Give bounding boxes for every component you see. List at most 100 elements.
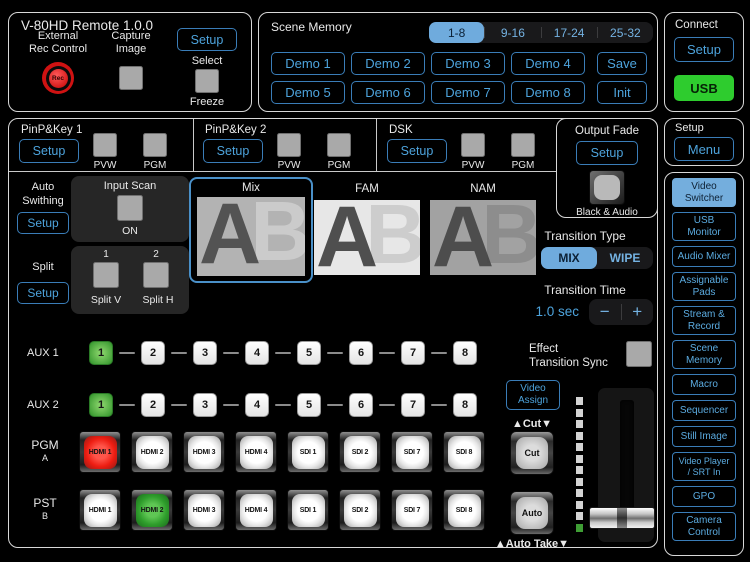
tab-25-32[interactable]: 25-32 <box>598 22 653 43</box>
freeze-select-button[interactable] <box>195 69 219 93</box>
dsk-pvw-button[interactable] <box>461 133 485 157</box>
dsk-pgm-button[interactable] <box>511 133 535 157</box>
fader-handle[interactable] <box>589 507 655 529</box>
split-setup-button[interactable]: Setup <box>17 282 69 304</box>
aux2-button-1[interactable]: 1 <box>89 393 113 417</box>
pgm-sdi1-button[interactable]: SDI 1 <box>287 431 329 473</box>
aux2-button-6[interactable]: 6 <box>349 393 373 417</box>
rec-button[interactable]: Rec <box>42 62 74 94</box>
pgm-hdmi2-button[interactable]: HDMI 2 <box>131 431 173 473</box>
scene-demo-1-button[interactable]: Demo 1 <box>271 52 345 75</box>
usb-connect-button[interactable]: USB <box>674 75 734 101</box>
scene-demo-6-button[interactable]: Demo 6 <box>351 81 425 104</box>
connect-setup-button[interactable]: Setup <box>674 37 734 62</box>
pst-hdmi1-button[interactable]: HDMI 1 <box>79 489 121 531</box>
pgm-sdi8-button[interactable]: SDI 8 <box>443 431 485 473</box>
sidebar-item-camera-control[interactable]: Camera Control <box>672 512 736 541</box>
tab-17-24[interactable]: 17-24 <box>542 22 597 43</box>
aux2-button-4[interactable]: 4 <box>245 393 269 417</box>
pst-hdmi4-button[interactable]: HDMI 4 <box>235 489 277 531</box>
pgm-hdmi3-button[interactable]: HDMI 3 <box>183 431 225 473</box>
aux-dash <box>327 351 343 355</box>
output-fade-button[interactable] <box>589 170 625 205</box>
scene-demo-4-button[interactable]: Demo 4 <box>511 52 585 75</box>
aux2-button-5[interactable]: 5 <box>297 393 321 417</box>
effect-sync-button[interactable] <box>626 341 652 367</box>
pgm-hdmi1-button[interactable]: HDMI 1 <box>79 431 121 473</box>
split-v-button[interactable] <box>93 262 119 288</box>
aux2-button-2[interactable]: 2 <box>141 393 165 417</box>
video-assign-button[interactable]: Video Assign <box>506 380 560 410</box>
aux2-button-3[interactable]: 3 <box>193 393 217 417</box>
input-scan-button[interactable] <box>117 195 143 221</box>
scene-save-button[interactable]: Save <box>597 52 647 75</box>
sidebar-item-still-image[interactable]: Still Image <box>672 426 736 447</box>
sidebar-item-audio-mixer[interactable]: Audio Mixer <box>672 246 736 267</box>
aux2-button-8[interactable]: 8 <box>453 393 477 417</box>
output-fade-setup-button[interactable]: Setup <box>576 141 638 165</box>
transition-mode-fam[interactable]: FAM B A <box>313 182 421 277</box>
scene-demo-5-button[interactable]: Demo 5 <box>271 81 345 104</box>
split-v-label: Split V <box>90 294 122 306</box>
aux1-button-8[interactable]: 8 <box>453 341 477 365</box>
fader-handle-stripe <box>617 508 627 528</box>
aux1-button-2[interactable]: 2 <box>141 341 165 365</box>
aux1-button-5[interactable]: 5 <box>297 341 321 365</box>
pinp-key1-pvw-button[interactable] <box>93 133 117 157</box>
scene-init-button[interactable]: Init <box>597 81 647 104</box>
menu-button[interactable]: Menu <box>674 137 734 161</box>
pst-sdi7-button[interactable]: SDI 7 <box>391 489 433 531</box>
capture-image-button[interactable] <box>119 66 143 90</box>
sidebar-item-video-switcher[interactable]: Video Switcher <box>672 178 736 207</box>
sidebar-item-video-player-srt[interactable]: Video Player / SRT In <box>672 452 736 481</box>
auto-button[interactable]: Auto <box>510 491 554 535</box>
pinp-key2-pvw-button[interactable] <box>277 133 301 157</box>
time-minus-button[interactable]: − <box>589 299 621 325</box>
pst-sdi8-button[interactable]: SDI 8 <box>443 489 485 531</box>
pst-sdi1-button[interactable]: SDI 1 <box>287 489 329 531</box>
aux1-button-3[interactable]: 3 <box>193 341 217 365</box>
auto-switching-setup-button[interactable]: Setup <box>17 212 69 234</box>
scene-demo-8-button[interactable]: Demo 8 <box>511 81 585 104</box>
output-fade-caption: Black & Audio <box>576 207 638 218</box>
pinp-key1-pgm-button[interactable] <box>143 133 167 157</box>
pinp-key1-setup-button[interactable]: Setup <box>19 139 79 163</box>
scene-demo-3-button[interactable]: Demo 3 <box>431 52 505 75</box>
pst-sdi2-button[interactable]: SDI 2 <box>339 489 381 531</box>
transition-mode-mix[interactable]: Mix B A <box>189 177 313 283</box>
aux1-button-4[interactable]: 4 <box>245 341 269 365</box>
scene-demo-2-button[interactable]: Demo 2 <box>351 52 425 75</box>
pst-hdmi3-button[interactable]: HDMI 3 <box>183 489 225 531</box>
aux2-button-7[interactable]: 7 <box>401 393 425 417</box>
aux1-button-1[interactable]: 1 <box>89 341 113 365</box>
aux1-button-7[interactable]: 7 <box>401 341 425 365</box>
pgm-hdmi4-button[interactable]: HDMI 4 <box>235 431 277 473</box>
sidebar-item-usb-monitor[interactable]: USB Monitor <box>672 212 736 241</box>
dsk-title: DSK <box>389 124 413 136</box>
scene-demo-7-button[interactable]: Demo 7 <box>431 81 505 104</box>
aux1-button-6[interactable]: 6 <box>349 341 373 365</box>
sidebar-item-gpo[interactable]: GPO <box>672 486 736 507</box>
dsk-setup-button[interactable]: Setup <box>387 139 447 163</box>
pst-hdmi2-button[interactable]: HDMI 2 <box>131 489 173 531</box>
split-h-button[interactable] <box>143 262 169 288</box>
pinp-key2-setup-button[interactable]: Setup <box>203 139 263 163</box>
device-setup-button[interactable]: Setup <box>177 28 237 51</box>
time-plus-button[interactable]: + <box>622 299 654 325</box>
transition-type-wipe[interactable]: WIPE <box>597 247 653 269</box>
sidebar-item-sequencer[interactable]: Sequencer <box>672 400 736 421</box>
tab-9-16[interactable]: 9-16 <box>485 22 540 43</box>
cut-button[interactable]: Cut <box>510 431 554 475</box>
pgm-sdi2-button[interactable]: SDI 2 <box>339 431 381 473</box>
aux-dash <box>223 351 239 355</box>
transition-type-mix[interactable]: MIX <box>541 247 597 269</box>
sidebar-item-scene-memory[interactable]: Scene Memory <box>672 340 736 369</box>
pinp-key2-pgm-button[interactable] <box>327 133 351 157</box>
tab-1-8[interactable]: 1-8 <box>429 22 485 43</box>
pgm-sdi7-button[interactable]: SDI 7 <box>391 431 433 473</box>
effect-sync-label: Effect Transition Sync <box>529 343 608 370</box>
sidebar-item-macro[interactable]: Macro <box>672 374 736 395</box>
sidebar-item-assignable-pads[interactable]: Assignable Pads <box>672 272 736 301</box>
sidebar-item-stream-record[interactable]: Stream & Record <box>672 306 736 335</box>
nam-letter-a: A <box>432 200 495 275</box>
